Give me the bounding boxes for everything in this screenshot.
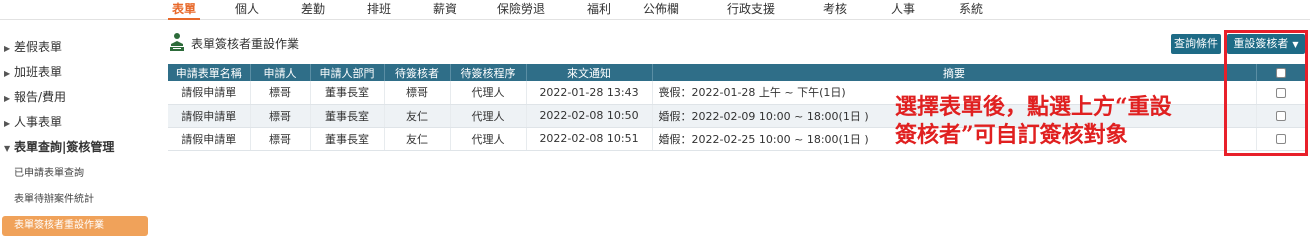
cell-notice-time: 2022-02-08 10:50 [526, 104, 653, 128]
approver-icon [170, 33, 184, 51]
sidebar-item-hr-forms[interactable]: ▶ 人事表單 [0, 111, 150, 133]
sidebar-sub-pending-stats[interactable]: 表單待辦案件統計 [0, 190, 150, 210]
cell-pending-step: 代理人 [450, 104, 527, 128]
sidebar-sub-applied-query[interactable]: 已申請表單查詢 [0, 164, 150, 184]
col-applicant[interactable]: 申請人 [250, 64, 311, 81]
col-form-name[interactable]: 申請表單名稱 [168, 64, 251, 81]
annotation-line-1: 選擇表單後，點選上方“重設 [895, 94, 1172, 120]
col-summary[interactable]: 摘要 [652, 64, 1257, 81]
tab-hr[interactable]: 人事 [888, 0, 918, 20]
cell-department: 董事長室 [310, 104, 385, 128]
chevron-down-icon: ▼ [4, 144, 11, 153]
cell-form-name: 請假申請單 [168, 81, 251, 105]
tab-payroll[interactable]: 薪資 [430, 0, 460, 20]
col-department[interactable]: 申請人部門 [310, 64, 385, 81]
cell-department: 董事長室 [310, 127, 385, 151]
chevron-right-icon: ▶ [4, 44, 11, 53]
cell-applicant: 標哥 [250, 104, 311, 128]
tab-shifts[interactable]: 排班 [364, 0, 394, 20]
query-conditions-button[interactable]: 查詢條件 [1171, 34, 1221, 54]
instruction-annotation: 選擇表單後，點選上方“重設 簽核者”可自訂簽核對象 [895, 93, 1225, 149]
highlight-box [1224, 30, 1308, 156]
sidebar-item-label: 報告/費用 [14, 90, 67, 104]
cell-pending-approver: 友仁 [384, 104, 451, 128]
page-header: 表單簽核者重設作業 查詢條件 重設簽核者 ▼ [165, 30, 1310, 56]
sidebar-item-label: 加班表單 [14, 65, 63, 79]
cell-department: 董事長室 [310, 81, 385, 105]
sidebar-item-leave-forms[interactable]: ▶ 差假表單 [0, 36, 150, 58]
tab-admin-support[interactable]: 行政支援 [720, 0, 782, 20]
sidebar-item-label: 表單查詢|簽核管理 [14, 140, 115, 154]
top-nav: 表單 個人 差勤 排班 薪資 保險勞退 福利 公佈欄 行政支援 考核 人事 系統 [0, 0, 1310, 20]
table-header-row: 申請表單名稱 申請人 申請人部門 待簽核者 待簽核程序 來文通知 摘要 [168, 64, 1307, 81]
chevron-right-icon: ▶ [4, 69, 11, 78]
tab-system[interactable]: 系統 [956, 0, 986, 20]
sidebar-item-overtime-forms[interactable]: ▶ 加班表單 [0, 61, 150, 83]
tab-welfare[interactable]: 福利 [584, 0, 614, 20]
cell-pending-approver: 友仁 [384, 127, 451, 151]
cell-pending-step: 代理人 [450, 81, 527, 105]
cell-applicant: 標哥 [250, 81, 311, 105]
cell-pending-approver: 標哥 [384, 81, 451, 105]
cell-notice-time: 2022-02-08 10:51 [526, 127, 653, 151]
cell-form-name: 請假申請單 [168, 104, 251, 128]
cell-notice-time: 2022-01-28 13:43 [526, 81, 653, 105]
sidebar: ▶ 差假表單 ▶ 加班表單 ▶ 報告/費用 ▶ 人事表單 ▼ 表單查詢|簽核管理 已申請表… [0, 28, 150, 240]
cell-pending-step: 代理人 [450, 127, 527, 151]
sidebar-item-query-approval[interactable]: ▼ 表單查詢|簽核管理 [0, 136, 150, 158]
sidebar-item-report-expenses[interactable]: ▶ 報告/費用 [0, 86, 150, 108]
sidebar-sub-approver-reset[interactable]: 表單簽核者重設作業 [2, 216, 148, 236]
tab-personal[interactable]: 個人 [232, 0, 262, 20]
cell-applicant: 標哥 [250, 127, 311, 151]
col-notice-time[interactable]: 來文通知 [526, 64, 653, 81]
sidebar-item-label: 人事表單 [14, 115, 63, 129]
chevron-right-icon: ▶ [4, 94, 11, 103]
tab-insurance[interactable]: 保險勞退 [490, 0, 552, 20]
col-pending-approver[interactable]: 待簽核者 [384, 64, 451, 81]
sidebar-item-label: 差假表單 [14, 40, 63, 54]
page-title: 表單簽核者重設作業 [191, 37, 300, 51]
tab-evaluation[interactable]: 考核 [820, 0, 850, 20]
tab-attendance[interactable]: 差勤 [298, 0, 328, 20]
tab-bulletin[interactable]: 公佈欄 [638, 0, 684, 20]
col-pending-step[interactable]: 待簽核程序 [450, 64, 527, 81]
chevron-right-icon: ▶ [4, 119, 11, 128]
cell-form-name: 請假申請單 [168, 127, 251, 151]
annotation-line-2: 簽核者”可自訂簽核對象 [895, 122, 1128, 148]
tab-forms[interactable]: 表單 [168, 0, 200, 20]
